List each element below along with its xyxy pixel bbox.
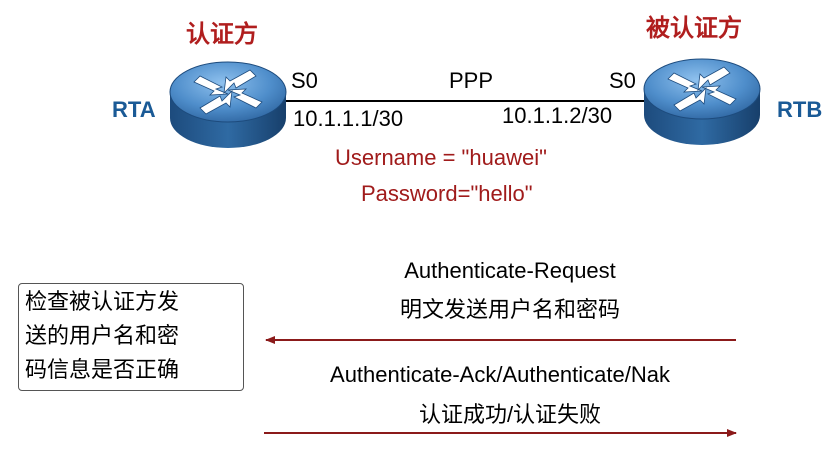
router-rtb-icon: [643, 58, 761, 145]
password-credential: Password="hello": [361, 181, 533, 206]
request-message-name: Authenticate-Request: [404, 258, 616, 283]
peer-role-label: 被认证方: [646, 13, 742, 42]
rta-name-label: RTA: [112, 97, 156, 122]
rtb-port-label: S0: [609, 68, 636, 93]
router-rta-icon: [169, 61, 287, 148]
rtb-name-label: RTB: [777, 97, 823, 122]
request-message-desc: 明文发送用户名和密码: [399, 297, 620, 322]
rta-ip-label: 10.1.1.1/30: [293, 106, 404, 131]
response-message-name: Authenticate-Ack/Authenticate/Nak: [330, 362, 670, 387]
rta-port-label: S0: [291, 68, 318, 93]
authenticator-role-label: 认证方: [186, 19, 258, 48]
verification-note-line: 码信息是否正确: [25, 357, 180, 382]
response-message-desc: 认证成功/认证失败: [418, 402, 602, 427]
verification-note-line: 检查被认证方发: [25, 289, 180, 314]
verification-note-line: 送的用户名和密: [25, 323, 180, 348]
rtb-ip-label: 10.1.1.2/30: [502, 103, 613, 128]
verification-note-box: 检查被认证方发 送的用户名和密 码信息是否正确: [18, 283, 244, 391]
link-protocol-label: PPP: [449, 68, 494, 93]
username-credential: Username = "huawei": [335, 145, 547, 170]
